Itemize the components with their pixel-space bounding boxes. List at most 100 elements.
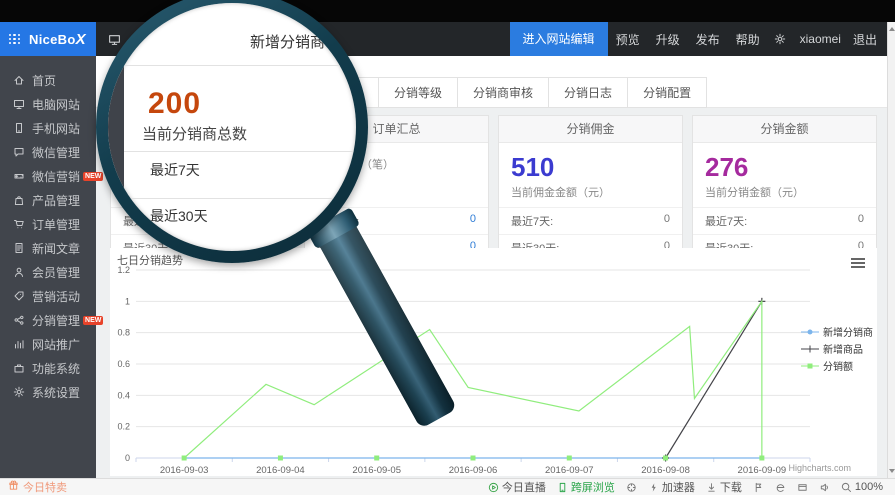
sidebar-item-gamepad[interactable]: 微信营销NEW [0, 164, 96, 188]
scroll-down-arrow-icon[interactable] [889, 469, 895, 473]
sidebar-item-briefcase[interactable]: 功能系统 [0, 356, 96, 380]
statusbar-mobile-item[interactable]: 跨屏浏览 [557, 479, 615, 495]
browser-status-bar: 今日特卖 今日直播跨屏浏览 加速器下载 100% [0, 478, 895, 495]
card-stat-row: 最近7天:0 [499, 207, 682, 234]
mobile-icon [557, 482, 568, 493]
publish-link[interactable]: 发布 [688, 31, 728, 48]
home-icon [13, 74, 25, 86]
sidebar-item-desktop[interactable]: 电脑网站 [0, 92, 96, 116]
magnified-total-label: 当前分销商总数 [142, 123, 247, 144]
sidebar-item-cart[interactable]: 订单管理 [0, 212, 96, 236]
preview-link[interactable]: 预览 [608, 31, 648, 48]
scroll-up-arrow-icon[interactable] [889, 27, 895, 31]
logo-bar: NiceBoX [0, 22, 96, 56]
magnified-card-title: 新增分销商 [250, 31, 325, 52]
niceBox-admin-screen: NiceBoX 进入网站编辑 预览 升级 发布 帮助 xiaomei 退出 首页… [0, 0, 895, 495]
gear-icon [774, 33, 786, 45]
card-stat-value[interactable]: 0 [470, 213, 476, 229]
apps-grid-icon[interactable] [9, 34, 20, 45]
statusbar-play-item[interactable]: 今日直播 [488, 479, 546, 495]
highcharts-watermark: Highcharts.com [788, 463, 851, 473]
wechat-icon [13, 146, 25, 158]
statusbar-ie-item[interactable] [775, 482, 786, 493]
sidebar-item-label: 订单管理 [32, 216, 80, 233]
share-icon [13, 314, 25, 326]
svg-text:0.6: 0.6 [117, 359, 130, 369]
sidebar-item-bag[interactable]: 产品管理 [0, 188, 96, 212]
card-title: 分销金额 [693, 116, 876, 143]
today-sale-item[interactable]: 今日特卖 [0, 479, 67, 495]
help-link[interactable]: 帮助 [728, 31, 768, 48]
card-stat-value[interactable]: 0 [664, 213, 670, 229]
chart-title: 七日分销趋势 [117, 252, 183, 268]
settings-gear-icon[interactable] [768, 33, 792, 45]
window-icon [797, 482, 808, 493]
legend-item[interactable]: 新增分销商 [801, 324, 873, 339]
svg-text:0: 0 [125, 453, 130, 463]
svg-text:2016-09-09: 2016-09-09 [738, 465, 787, 476]
legend-item[interactable]: 新增商品 [801, 341, 873, 356]
magnified-blue-marker [111, 37, 114, 49]
sidebar-item-home[interactable]: 首页 [0, 68, 96, 92]
magnifier-lens-view: 新增分销商 200 当前分销商总数 最近7天 最近30天 [108, 3, 356, 251]
tab-2[interactable]: 分销等级 [378, 77, 458, 108]
card-unit-label: 当前分销金额（元） [705, 184, 864, 200]
cart-icon [13, 218, 25, 230]
tab-4[interactable]: 分销日志 [548, 77, 628, 108]
card-stat-row: 最近7天:0 [693, 207, 876, 234]
sidebar-item-mobile[interactable]: 手机网站 [0, 116, 96, 140]
zoomglass-icon [841, 482, 852, 493]
sidebar-item-label: 会员管理 [32, 264, 80, 281]
sidebar-item-gear[interactable]: 系统设置 [0, 380, 96, 404]
news-icon [13, 242, 25, 254]
bars-icon [13, 338, 25, 350]
card-value: 510 [511, 153, 670, 181]
sidebar-item-label: 首页 [32, 72, 56, 89]
trend-line-chart: 00.20.40.60.811.22016-09-032016-09-04201… [110, 248, 877, 476]
sidebar-item-label: 新闻文章 [32, 240, 80, 257]
new-badge: NEW [83, 316, 103, 325]
sidebar-item-share[interactable]: 分销管理NEW [0, 308, 96, 332]
statusbar-wheel-item[interactable] [626, 482, 637, 493]
upgrade-link[interactable]: 升级 [648, 31, 688, 48]
bag-icon [13, 194, 25, 206]
chart-context-menu-icon[interactable] [851, 258, 865, 268]
statusbar-download-item[interactable]: 下载 [706, 479, 742, 495]
chart-legend: 新增分销商新增商品分销额 [801, 324, 873, 375]
ie-icon [775, 482, 786, 493]
card-stat-value[interactable]: 0 [858, 213, 864, 229]
sidebar-item-wechat[interactable]: 微信管理 [0, 140, 96, 164]
statusbar-speaker-item[interactable] [819, 482, 830, 493]
card-value: 276 [705, 153, 864, 181]
sidebar-item-label: 产品管理 [32, 192, 80, 209]
sidebar-item-tag[interactable]: 营销活动 [0, 284, 96, 308]
magnifier-lens: 新增分销商 200 当前分销商总数 最近7天 最近30天 [96, 0, 368, 263]
tab-5[interactable]: 分销配置 [627, 77, 707, 108]
sidebar-item-bars[interactable]: 网站推广 [0, 332, 96, 356]
username-link[interactable]: xiaomei [792, 32, 849, 46]
statusbar-lightning-item[interactable]: 加速器 [648, 479, 695, 495]
brand-logo: NiceBoX [29, 31, 86, 48]
sidebar: 首页电脑网站手机网站微信管理微信营销NEW 产品管理订单管理新闻文章会员管理营销活… [0, 56, 96, 478]
sidebar-item-label: 手机网站 [32, 120, 80, 137]
play-icon [488, 482, 499, 493]
legend-item[interactable]: 分销额 [801, 358, 873, 373]
flag-icon [753, 482, 764, 493]
tab-3[interactable]: 分销商审核 [457, 77, 549, 108]
gear-icon [13, 386, 25, 398]
sidebar-item-member[interactable]: 会员管理 [0, 260, 96, 284]
svg-text:2016-09-07: 2016-09-07 [545, 465, 594, 476]
statusbar-flag-item[interactable] [753, 482, 764, 493]
sidebar-item-label: 微信管理 [32, 144, 80, 161]
statusbar-zoomglass-item[interactable]: 100% [841, 481, 883, 493]
statusbar-window-item[interactable] [797, 482, 808, 493]
logout-link[interactable]: 退出 [849, 31, 887, 48]
enter-site-editor-button[interactable]: 进入网站编辑 [510, 22, 608, 56]
gift-icon [8, 480, 19, 491]
svg-text:0.4: 0.4 [117, 390, 130, 400]
desktop-icon [13, 98, 25, 110]
mobile-icon [13, 122, 25, 134]
vertical-scrollbar[interactable] [887, 22, 895, 478]
sidebar-item-news[interactable]: 新闻文章 [0, 236, 96, 260]
series-新增商品 [666, 301, 762, 458]
